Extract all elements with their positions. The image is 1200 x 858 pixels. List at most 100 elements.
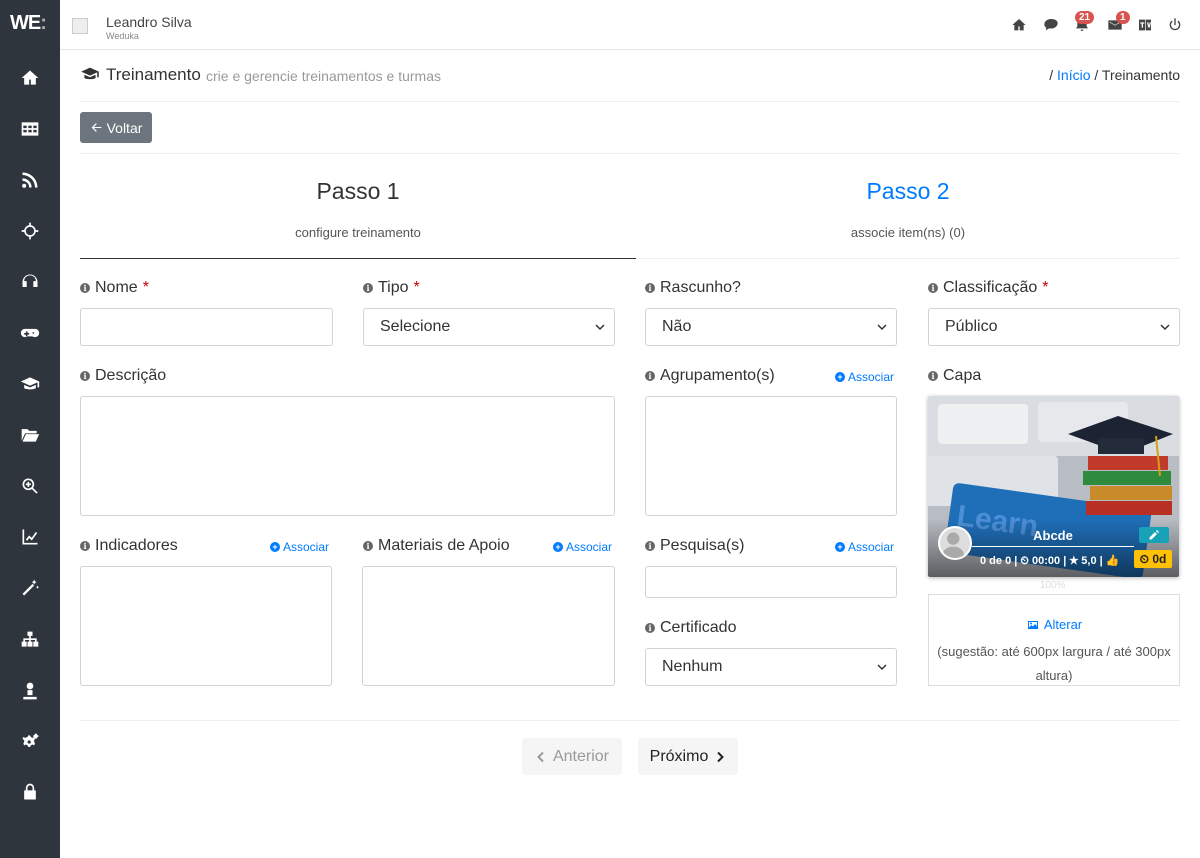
required-mark: * [413, 279, 420, 296]
agrupamento-list[interactable] [645, 396, 897, 516]
cover-preview: Learn Abcde 0 de 0 | ⏲ 00:00 | ★ 5,0 | 👍… [928, 396, 1179, 577]
translate-icon[interactable] [1136, 16, 1154, 34]
arrow-left-icon [91, 123, 101, 132]
step-2-tab[interactable]: Passo 2 associe item(ns) (0) [636, 178, 1180, 240]
info-icon: i [363, 283, 373, 293]
info-icon: i [363, 541, 373, 551]
nome-input[interactable] [80, 308, 333, 346]
divider [80, 153, 1180, 154]
graduation-cap-icon[interactable] [18, 372, 42, 396]
agrupamento-associar-link[interactable]: + Associar [835, 370, 894, 384]
descricao-textarea[interactable] [80, 396, 615, 516]
chart-line-icon[interactable] [18, 525, 42, 549]
step-title: Passo 1 [316, 178, 400, 204]
chevron-down-icon [595, 324, 605, 331]
step-1-tab[interactable]: Passo 1 configure treinamento [80, 178, 636, 240]
graduation-cap-icon [80, 66, 100, 87]
descricao-label: i Descrição [80, 367, 166, 385]
logo-text: WE [10, 12, 41, 34]
associar-label: Associar [283, 540, 330, 554]
cover-course-name: Abcde [1033, 528, 1073, 543]
home-icon[interactable] [18, 66, 42, 90]
gamepad-icon[interactable] [18, 321, 42, 345]
classificacao-label-text: Classificação [943, 279, 1038, 296]
table-icon[interactable] [18, 117, 42, 141]
cover-edit-button[interactable] [1139, 527, 1169, 543]
info-icon: i [928, 371, 938, 381]
cover-progress-text: 100% [1040, 580, 1066, 591]
avatar[interactable] [72, 18, 88, 34]
user-icon[interactable] [18, 679, 42, 703]
power-icon[interactable] [1166, 16, 1184, 34]
pesquisa-label: i Pesquisa(s) [645, 537, 744, 555]
indicadores-label: i Indicadores [80, 537, 178, 555]
descricao-label-text: Descrição [95, 367, 167, 384]
certificado-select[interactable]: Nenhum [645, 648, 897, 686]
alterar-hint: (sugestão: até 600px largura / até 300px… [937, 644, 1171, 683]
capa-label-text: Capa [943, 367, 982, 384]
search-plus-icon[interactable] [18, 474, 42, 498]
lock-icon[interactable] [18, 780, 42, 804]
page-subtitle: crie e gerencie treinamentos e turmas [206, 68, 441, 84]
sitemap-icon[interactable] [18, 628, 42, 652]
pesquisa-associar-link[interactable]: + Associar [835, 540, 894, 554]
certificado-select-value: Nenhum [662, 658, 723, 675]
page-header: Treinamento crie e gerencie treinamentos… [80, 62, 1180, 102]
materiais-associar-link[interactable]: + Associar [553, 540, 612, 554]
required-mark: * [1042, 279, 1049, 296]
chat-icon[interactable] [1042, 16, 1060, 34]
rascunho-select-value: Não [662, 318, 692, 335]
rss-icon[interactable] [18, 168, 42, 192]
notifications-badge: 21 [1075, 11, 1095, 24]
rascunho-select[interactable]: Não [645, 308, 897, 346]
step-1-indicator [80, 258, 636, 259]
brand-logo[interactable]: WE: [10, 12, 47, 35]
back-button-label: Voltar [106, 119, 143, 136]
folder-open-icon[interactable] [18, 423, 42, 447]
capa-label: i Capa [928, 367, 981, 385]
headset-icon[interactable] [18, 270, 42, 294]
tipo-select-value: Selecione [380, 318, 451, 335]
alterar-link[interactable]: Alterar [929, 617, 1179, 632]
plus-circle-icon: + [553, 542, 563, 552]
user-name[interactable]: Leandro Silva [106, 14, 192, 30]
sidebar: WE: [0, 0, 60, 858]
breadcrumb: / Início / Treinamento [1049, 67, 1180, 83]
next-button[interactable]: Próximo [638, 738, 738, 775]
agrupamento-label: i Agrupamento(s) [645, 367, 775, 385]
materiais-label: i Materiais de Apoio [363, 537, 510, 555]
info-icon: i [645, 623, 655, 633]
associar-label: Associar [848, 370, 895, 384]
associar-label: Associar [848, 540, 895, 554]
required-mark: * [142, 279, 149, 296]
agrupamento-label-text: Agrupamento(s) [660, 367, 775, 384]
previous-button[interactable]: Anterior [522, 738, 622, 775]
tipo-select[interactable]: Selecione [363, 308, 615, 346]
cover-meta: 0 de 0 | ⏲ 00:00 | ★ 5,0 | 👍 [980, 555, 1120, 567]
nome-label-text: Nome [95, 279, 138, 296]
info-icon: i [645, 371, 655, 381]
breadcrumb-home-link[interactable]: Início [1057, 67, 1090, 83]
back-button[interactable]: Voltar [80, 112, 152, 143]
cogs-icon[interactable] [18, 730, 42, 754]
pesquisa-list[interactable] [645, 566, 897, 598]
magic-wand-icon[interactable] [18, 576, 42, 600]
plus-circle-icon: + [835, 372, 845, 382]
certificado-label-text: Certificado [660, 619, 737, 636]
info-icon: i [645, 283, 655, 293]
breadcrumb-separator: / [1049, 67, 1054, 83]
indicadores-list[interactable] [80, 566, 332, 686]
rascunho-label-text: Rascunho? [660, 279, 741, 296]
chevron-right-icon [717, 751, 725, 762]
rascunho-label: i Rascunho? [645, 279, 741, 297]
materiais-list[interactable] [362, 566, 615, 686]
crosshairs-icon[interactable] [18, 219, 42, 243]
home-icon[interactable] [1010, 16, 1028, 34]
step-2-indicator [636, 258, 1180, 259]
classificacao-label: i Classificação * [928, 279, 1049, 297]
page-title: Treinamento [106, 65, 201, 84]
classificacao-select[interactable]: Público [928, 308, 1180, 346]
indicadores-associar-link[interactable]: + Associar [270, 540, 329, 554]
cover-change-box: Alterar (sugestão: até 600px largura / a… [928, 594, 1180, 686]
logo-dot: : [40, 12, 47, 34]
